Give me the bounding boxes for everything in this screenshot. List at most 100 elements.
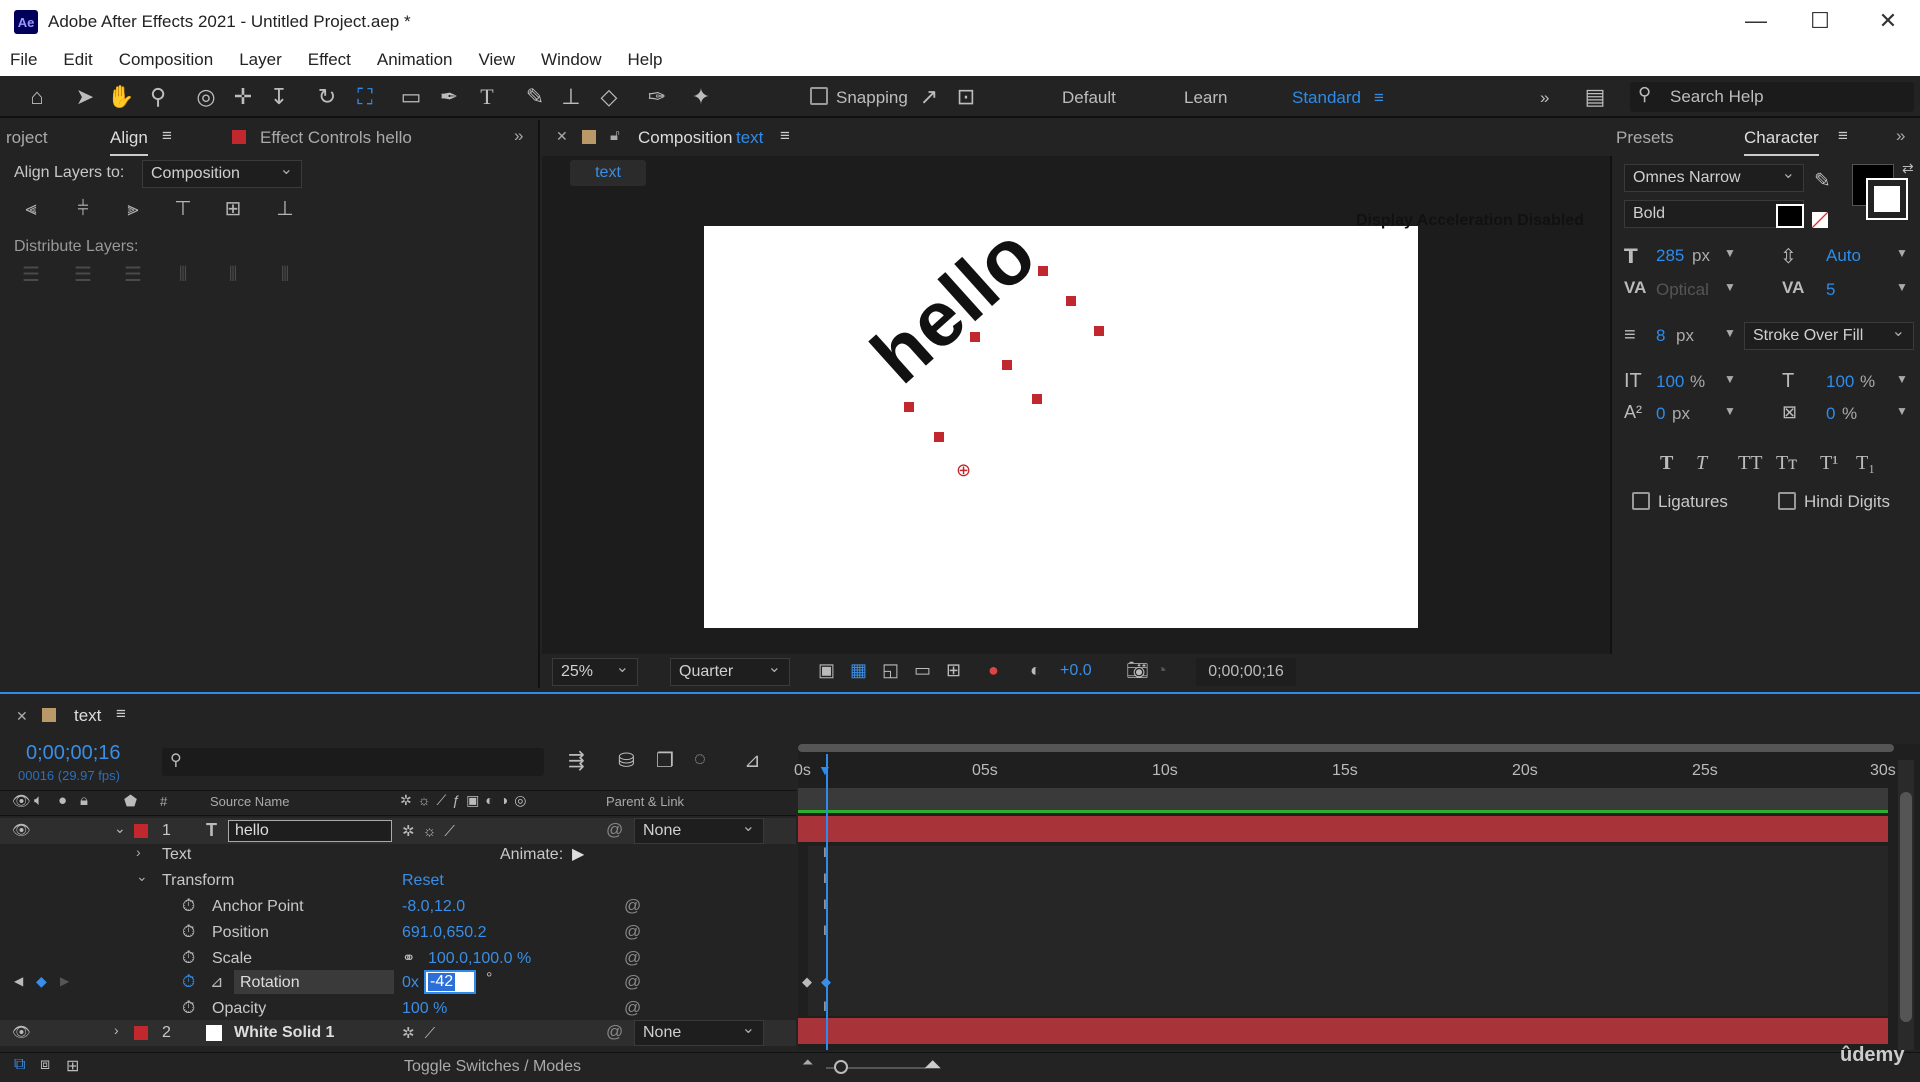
layer-1-twirl-icon[interactable]: ⌄ xyxy=(114,820,126,837)
leading-value[interactable]: Auto xyxy=(1826,246,1861,266)
zoom-out-icon[interactable]: ⏶ xyxy=(802,1054,813,1071)
anchor-stopwatch-icon[interactable]: ⏱︎ xyxy=(182,896,195,916)
baseline-shift-value[interactable]: 0 xyxy=(1656,404,1665,424)
show-snapshot-icon[interactable]: ◔ xyxy=(1156,660,1167,681)
align-left-icon[interactable]: ⫷ xyxy=(18,196,44,222)
scale-stopwatch-icon[interactable]: ⏱︎ xyxy=(182,948,195,968)
layer-1-label-color[interactable] xyxy=(134,824,148,838)
keyframe-marker[interactable]: I xyxy=(823,998,831,1014)
pen-tool-icon[interactable]: ✒ xyxy=(436,84,462,110)
orbit-camera-icon[interactable]: ◎ xyxy=(193,84,219,110)
prev-keyframe-icon[interactable]: ◀ xyxy=(14,974,23,988)
menu-view[interactable]: View xyxy=(477,50,518,70)
snap-edges-icon[interactable]: ↗ xyxy=(916,84,942,110)
close-button[interactable]: ✕ xyxy=(1868,8,1908,36)
character-menu-icon[interactable]: ≡ xyxy=(1838,126,1848,160)
menu-window[interactable]: Window xyxy=(539,50,603,70)
keyframe-marker[interactable]: I xyxy=(823,922,831,938)
layer-visibility-icon[interactable]: 👁︎ xyxy=(12,821,31,839)
tab-presets[interactable]: Presets xyxy=(1616,128,1674,162)
work-area-bar[interactable] xyxy=(798,788,1888,812)
toggle-switches-modes[interactable]: Toggle Switches / Modes xyxy=(404,1058,581,1076)
time-navigator-bar[interactable] xyxy=(798,744,1894,752)
opacity-value[interactable]: 100 % xyxy=(402,1000,447,1018)
hindi-digits-checkbox[interactable] xyxy=(1778,492,1796,510)
comp-menu-icon[interactable]: ≡ xyxy=(780,126,790,160)
audio-icon[interactable]: 🔈︎ xyxy=(34,792,43,809)
frame-blending-icon[interactable]: ❐ xyxy=(656,748,674,773)
bbox-handle[interactable] xyxy=(934,432,944,442)
stroke-color-swatch[interactable] xyxy=(1866,178,1908,220)
comp-mini-flowchart-icon[interactable]: ⇶ xyxy=(568,748,585,773)
subscript-button[interactable]: T₁ xyxy=(1856,452,1875,475)
font-family-select[interactable]: Omnes Narrow xyxy=(1624,161,1804,192)
resolution-select[interactable]: Quarter xyxy=(670,655,790,686)
vertical-scale-value[interactable]: 100 xyxy=(1656,372,1684,392)
zoom-slider-thumb[interactable] xyxy=(834,1060,848,1074)
mask-visibility-icon[interactable]: ◱ xyxy=(882,660,899,681)
snap-features-icon[interactable]: ⊡ xyxy=(953,84,979,110)
graph-icon[interactable]: ⊿ xyxy=(210,972,223,992)
selection-tool-icon[interactable]: ➤ xyxy=(72,84,98,110)
maximize-button[interactable]: ☐ xyxy=(1800,8,1840,36)
bbox-handle[interactable] xyxy=(1002,360,1012,370)
layer-2-name[interactable]: White Solid 1 xyxy=(234,1024,334,1042)
channels-icon[interactable]: ● xyxy=(988,660,999,681)
align-horizontal-center-icon[interactable]: ⫩ xyxy=(70,196,96,222)
tab-project[interactable]: roject xyxy=(6,128,48,162)
layer-1-parent-select[interactable]: None xyxy=(634,815,764,844)
tab-character[interactable]: Character xyxy=(1744,128,1819,156)
region-icon[interactable]: ▣ xyxy=(818,660,835,681)
kerning-value[interactable]: Optical xyxy=(1656,280,1709,300)
guides-icon[interactable]: ▭ xyxy=(914,660,931,681)
rotation-edit-value[interactable]: -42 xyxy=(428,973,456,991)
rotation-tool-icon[interactable]: ↻ xyxy=(314,84,340,110)
scale-pickwhip-icon[interactable]: @ xyxy=(624,948,641,968)
draft-3d-icon[interactable]: ⛁ xyxy=(618,748,635,773)
solo-icon[interactable]: ● xyxy=(58,792,67,809)
keyframe-marker[interactable]: I xyxy=(823,896,831,912)
eyedropper-icon[interactable]: ✎ xyxy=(1814,168,1831,193)
menu-layer[interactable]: Layer xyxy=(237,50,284,70)
lock-column-icon[interactable]: 🔒︎ xyxy=(80,792,88,809)
menu-animation[interactable]: Animation xyxy=(375,50,455,70)
comp-breadcrumb[interactable]: text xyxy=(570,160,646,186)
bbox-handle[interactable] xyxy=(1066,296,1076,306)
layer-2-twirl-icon[interactable]: › xyxy=(114,1022,119,1038)
no-fill-icon[interactable] xyxy=(1812,212,1828,228)
rectangle-tool-icon[interactable]: ▭ xyxy=(398,84,424,110)
comp-timecode[interactable]: 0;00;00;16 xyxy=(1196,658,1296,686)
close-comp-tab-icon[interactable]: ✕ xyxy=(556,128,568,162)
transform-group-label[interactable]: Transform xyxy=(162,872,234,890)
expand-transfer-icon[interactable]: ⧈ xyxy=(40,1056,50,1074)
ligatures-checkbox[interactable] xyxy=(1632,492,1650,510)
font-size-dropdown-icon[interactable]: ▼ xyxy=(1724,246,1736,260)
faux-bold-button[interactable]: T xyxy=(1660,452,1673,475)
transform-reset-link[interactable]: Reset xyxy=(402,872,444,890)
clone-stamp-icon[interactable]: ⊥ xyxy=(558,84,584,110)
comp-flowchart-icon[interactable]: ⧉ xyxy=(14,1056,25,1074)
align-menu-icon[interactable]: ≡ xyxy=(162,126,172,160)
layer-1-switches[interactable]: ✲☼⟋ xyxy=(402,822,463,840)
next-keyframe-icon[interactable]: ▶ xyxy=(60,974,69,988)
vscale-dropdown-icon[interactable]: ▼ xyxy=(1724,372,1736,386)
search-help-input[interactable]: Search Help xyxy=(1630,82,1914,112)
type-tool-icon[interactable]: T xyxy=(474,84,500,110)
bbox-handle[interactable] xyxy=(1038,266,1048,276)
tsume-dropdown-icon[interactable]: ▼ xyxy=(1896,404,1908,418)
position-stopwatch-icon[interactable]: ⏱︎ xyxy=(182,922,195,942)
layer-2-parent-select[interactable]: None xyxy=(634,1017,764,1046)
minimize-button[interactable]: — xyxy=(1736,8,1776,36)
cti-head-icon[interactable]: ▼ xyxy=(818,762,832,778)
pan-camera-icon[interactable]: ✛ xyxy=(230,84,256,110)
tab-align[interactable]: Align xyxy=(110,128,148,156)
av-video-icon[interactable]: 👁︎ xyxy=(12,792,31,810)
timeline-scrollbar-thumb[interactable] xyxy=(1900,792,1912,1022)
motion-blur-icon[interactable]: ◌ xyxy=(694,748,706,771)
workspace-default[interactable]: Default xyxy=(1062,88,1116,108)
anchor-pickwhip-icon[interactable]: @ xyxy=(624,896,641,916)
all-caps-button[interactable]: TT xyxy=(1738,452,1762,475)
animate-menu-icon[interactable]: ▶ xyxy=(572,844,584,864)
stroke-type-select[interactable]: Stroke Over Fill xyxy=(1744,319,1914,350)
layer-2-visibility-icon[interactable]: 👁︎ xyxy=(12,1023,31,1041)
